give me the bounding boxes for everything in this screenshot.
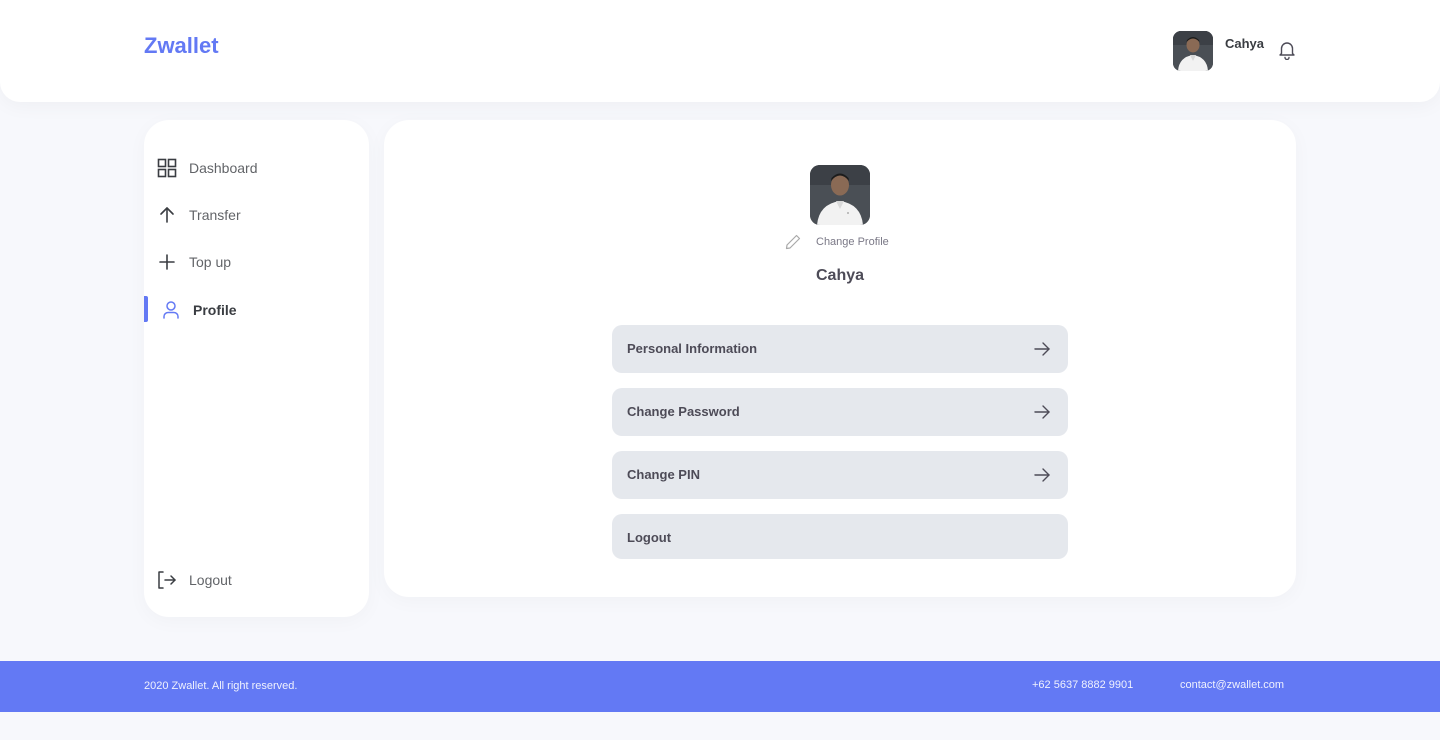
user-icon	[161, 300, 181, 320]
footer-phone[interactable]: +62 5637 8882 9901	[1032, 679, 1133, 691]
sidebar-item-label: Top up	[189, 254, 232, 270]
sidebar-item-topup[interactable]: Top up	[144, 250, 369, 274]
bell-icon[interactable]	[1278, 40, 1296, 61]
logout-icon	[157, 570, 177, 590]
avatar[interactable]	[810, 165, 870, 225]
pencil-icon	[785, 234, 801, 250]
sidebar-item-label: Logout	[189, 572, 232, 588]
personal-information-button[interactable]: Personal Information	[612, 325, 1068, 373]
arrow-right-icon	[1033, 467, 1051, 483]
sidebar-item-label: Transfer	[189, 207, 241, 223]
footer-email[interactable]: contact@zwallet.com	[1180, 679, 1284, 691]
change-pin-button[interactable]: Change PIN	[612, 451, 1068, 499]
sidebar-item-profile[interactable]: Profile	[144, 296, 369, 322]
menu-button-label: Change PIN	[627, 467, 700, 482]
menu-button-label: Personal Information	[627, 341, 758, 356]
change-profile-label: Change Profile	[816, 236, 889, 248]
header-user-name: Cahya	[1225, 36, 1265, 51]
arrow-right-icon	[1033, 341, 1051, 357]
change-profile-link[interactable]: Change Profile	[784, 232, 914, 252]
change-password-button[interactable]: Change Password	[612, 388, 1068, 436]
profile-name: Cahya	[815, 267, 865, 284]
arrow-up-icon	[157, 205, 177, 225]
brand-logo[interactable]: Zwallet	[144, 33, 219, 59]
top-header: Zwallet Cahya	[0, 0, 1440, 102]
logout-button[interactable]: Logout	[612, 514, 1068, 559]
plus-icon	[157, 252, 177, 272]
menu-button-label: Change Password	[627, 404, 740, 419]
avatar[interactable]	[1173, 31, 1213, 71]
sidebar-item-label: Dashboard	[189, 160, 258, 176]
sidebar-item-logout[interactable]: Logout	[144, 568, 369, 592]
profile-card: Change Profile Cahya Personal Informatio…	[384, 120, 1296, 597]
arrow-right-icon	[1033, 404, 1051, 420]
active-indicator	[144, 296, 148, 322]
sidebar-item-label: Profile	[193, 302, 237, 318]
grid-icon	[157, 158, 177, 178]
sidebar: Dashboard Transfer Top up Profile Logout	[144, 120, 369, 617]
footer-copyright: 2020 Zwallet. All right reserved.	[144, 680, 298, 692]
menu-button-label: Logout	[627, 530, 672, 545]
sidebar-item-transfer[interactable]: Transfer	[144, 203, 369, 227]
sidebar-item-dashboard[interactable]: Dashboard	[144, 156, 369, 180]
footer: 2020 Zwallet. All right reserved. +62 56…	[0, 661, 1440, 712]
